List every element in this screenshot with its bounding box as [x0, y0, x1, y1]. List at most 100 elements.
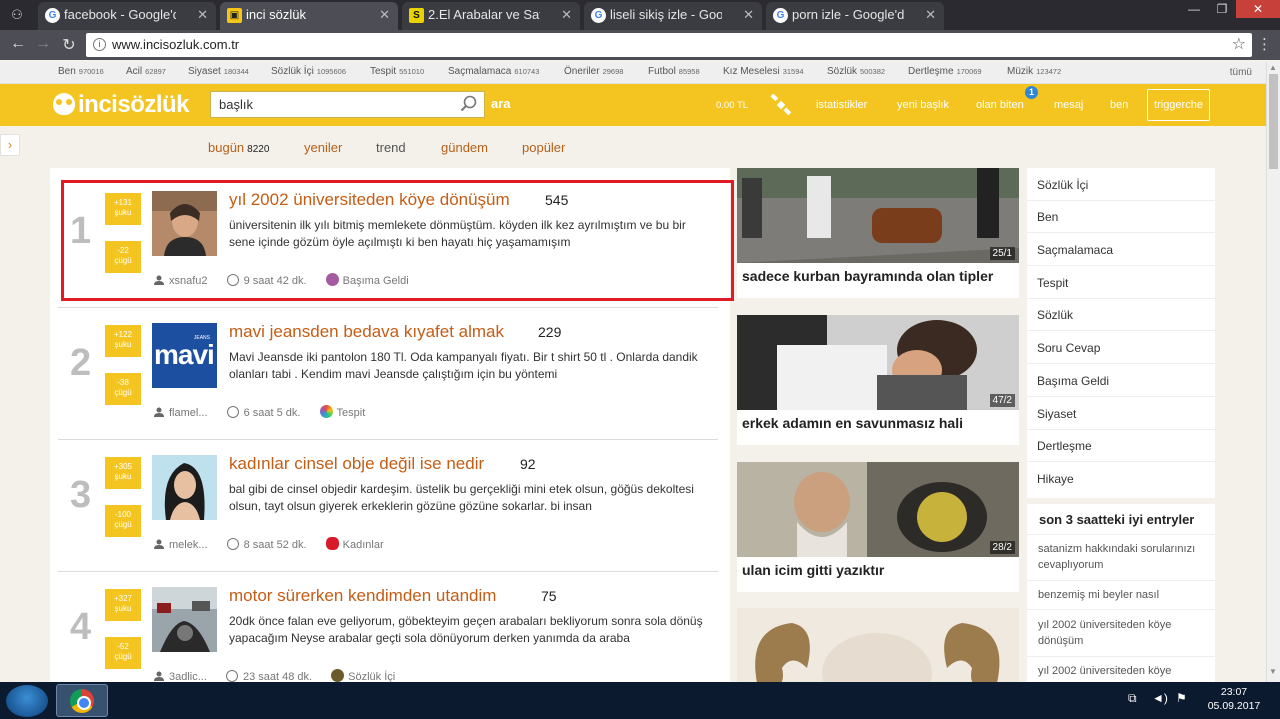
tab-inci-sozluk[interactable]: ▣ inci sözlük ✕	[220, 2, 398, 30]
scroll-down-icon[interactable]: ▼	[1269, 667, 1277, 676]
profile-link[interactable]: ben	[1110, 99, 1128, 111]
scroll-thumb[interactable]	[1269, 74, 1278, 169]
category-muzik[interactable]: Müzik 123472	[1007, 66, 1061, 77]
featured-caption[interactable]: ulan icim gitti yazıktır	[742, 562, 884, 578]
category-dertlesme[interactable]: Dertleşme 170069	[908, 66, 982, 77]
close-tab-icon[interactable]: ✕	[925, 2, 936, 28]
tab-bugun[interactable]: bugün 8220	[208, 140, 269, 155]
entry-thumbnail[interactable]	[152, 455, 217, 520]
system-clock[interactable]: 23:07 05.09.2017	[1204, 685, 1264, 713]
category-acil[interactable]: Acil 62897	[126, 66, 166, 77]
satellite-icon[interactable]	[770, 94, 792, 116]
featured-card[interactable]	[737, 608, 1019, 682]
recent-entry-link[interactable]: satanizm hakkındaki sorularınızı cevaplı…	[1038, 541, 1206, 573]
tab-arabalar[interactable]: S 2.El Arabalar ve Satılık Sıf ✕	[402, 2, 580, 30]
upvote-button[interactable]: +327 şuku	[105, 589, 141, 621]
scroll-up-icon[interactable]: ▲	[1269, 63, 1277, 72]
entry-thumbnail[interactable]: JEANS mavi	[152, 323, 217, 388]
downvote-button[interactable]: -38 çügü	[105, 373, 141, 405]
close-tab-icon[interactable]: ✕	[379, 2, 390, 28]
balance-label[interactable]: 0.00 TL	[716, 100, 748, 111]
entry-text[interactable]: 20dk önce falan eve geliyorum, göbekteyi…	[229, 613, 714, 647]
featured-card[interactable]: 47/2 erkek adamın en savunmasız hali	[737, 315, 1019, 445]
downvote-button[interactable]: -52 çügü	[105, 637, 141, 669]
search-icon[interactable]	[460, 95, 478, 113]
minimize-button[interactable]: —	[1180, 0, 1208, 18]
sidebar-item-soru-cevap[interactable]: Soru Cevap	[1037, 341, 1100, 355]
close-window-button[interactable]: ✕	[1236, 0, 1280, 18]
close-tab-icon[interactable]: ✕	[561, 2, 572, 28]
recent-entry-link[interactable]: benzemiş mi beyler nasıl	[1038, 587, 1206, 603]
category-ben[interactable]: Ben 970016	[58, 66, 104, 77]
entry-category[interactable]: Tespit	[319, 405, 365, 419]
featured-card[interactable]: 25/1 sadece kurban bayramında olan tiple…	[737, 168, 1019, 298]
featured-card[interactable]: 28/2 ulan icim gitti yazıktır	[737, 462, 1019, 592]
menu-kebab-icon[interactable]: ⋮	[1257, 35, 1272, 53]
upvote-button[interactable]: +122 şuku	[105, 325, 141, 357]
sidebar-item-tespit[interactable]: Tespit	[1037, 276, 1068, 290]
entry-author[interactable]: melek...	[154, 539, 208, 551]
entry-text[interactable]: bal gibi de cinsel objedir kardeşim. üst…	[229, 481, 714, 515]
featured-caption[interactable]: erkek adamın en savunmasız hali	[742, 415, 963, 431]
entry-category[interactable]: Kadınlar	[325, 537, 384, 551]
bookmark-star-icon[interactable]: ☆	[1232, 33, 1246, 57]
address-bar[interactable]: i www.incisozluk.com.tr ☆	[86, 33, 1252, 57]
activity-link[interactable]: olan biten	[976, 99, 1024, 111]
tab-facebook-search[interactable]: G facebook - Google'da Ara ✕	[38, 2, 216, 30]
entry-category[interactable]: Sözlük İçi	[331, 669, 395, 683]
sidebar-item-sozluk[interactable]: Sözlük	[1037, 308, 1073, 322]
all-categories-link[interactable]: tümü	[1230, 67, 1252, 78]
recent-entry-link[interactable]: yıl 2002 üniversiteden köye	[1038, 663, 1206, 679]
entry-author[interactable]: flamel...	[154, 407, 208, 419]
statistics-link[interactable]: istatistikler	[816, 99, 867, 111]
chrome-taskbar-button[interactable]	[56, 684, 108, 717]
entry-title[interactable]: mavi jeansden bedava kıyafet almak	[229, 322, 504, 342]
sidebar-item-basima-geldi[interactable]: Başıma Geldi	[1037, 374, 1109, 388]
sidebar-item-hikaye[interactable]: Hikaye	[1037, 472, 1074, 486]
tab-trend[interactable]: trend	[376, 140, 406, 155]
page-scrollbar[interactable]: ▲ ▼	[1266, 62, 1280, 682]
tab-search-icon[interactable]: ⚇	[4, 4, 30, 26]
sidebar-item-sozluk-ici[interactable]: Sözlük İçi	[1037, 178, 1088, 192]
category-tespit[interactable]: Tespit 551010	[370, 66, 424, 77]
new-topic-link[interactable]: yeni başlık	[897, 99, 949, 111]
downvote-button[interactable]: -100 çügü	[105, 505, 141, 537]
category-sacmalamaca[interactable]: Saçmalamaca 610743	[448, 66, 539, 77]
tab-google-search-3[interactable]: G porn izle - Google'da Ara ✕	[766, 2, 944, 30]
sidebar-item-dertlesme[interactable]: Dertleşme	[1037, 439, 1092, 453]
sidebar-item-sacmalamaca[interactable]: Saçmalamaca	[1037, 243, 1113, 257]
sidebar-item-siyaset[interactable]: Siyaset	[1037, 407, 1076, 421]
close-tab-icon[interactable]: ✕	[743, 2, 754, 28]
info-icon[interactable]: i	[93, 38, 106, 51]
action-center-flag-icon[interactable]: ⚑	[1176, 691, 1187, 705]
tab-yeniler[interactable]: yeniler	[304, 140, 342, 155]
tab-google-search-2[interactable]: G liseli sikiş izle - Google'da ✕	[584, 2, 762, 30]
category-siyaset[interactable]: Siyaset 180344	[188, 66, 249, 77]
category-futbol[interactable]: Futbol 85958	[648, 66, 700, 77]
tab-gundem[interactable]: gündem	[441, 140, 488, 155]
site-logo[interactable]: incisözlük	[53, 91, 190, 119]
sidebar-item-ben[interactable]: Ben	[1037, 210, 1058, 224]
volume-icon[interactable]: ◄)	[1152, 691, 1168, 705]
maximize-button[interactable]: ❐	[1208, 0, 1236, 18]
tab-populer[interactable]: popüler	[522, 140, 565, 155]
close-tab-icon[interactable]: ✕	[197, 2, 208, 28]
trigger-button[interactable]: triggerche	[1147, 89, 1210, 121]
network-icon[interactable]: ⧉	[1128, 691, 1137, 706]
start-button[interactable]	[6, 685, 48, 717]
entry-text[interactable]: Mavi Jeansde iki pantolon 180 Tl. Oda ka…	[229, 349, 714, 383]
category-sozluk[interactable]: Sözlük 500382	[827, 66, 885, 77]
forward-arrow-icon[interactable]: →	[33, 35, 53, 53]
upvote-button[interactable]: +305 şuku	[105, 457, 141, 489]
messages-link[interactable]: mesaj	[1054, 99, 1083, 111]
entry-title[interactable]: motor sürerken kendimden utandim	[229, 586, 496, 606]
featured-caption[interactable]: sadece kurban bayramında olan tipler	[742, 268, 993, 284]
category-sozluk-ici[interactable]: Sözlük İçi 1095606	[271, 66, 346, 77]
entry-thumbnail[interactable]	[152, 587, 217, 652]
category-kiz-meselesi[interactable]: Kız Meselesi 31594	[723, 66, 804, 77]
back-arrow-icon[interactable]: ←	[8, 35, 28, 53]
recent-entry-link[interactable]: yıl 2002 üniversiteden köye dönüşüm	[1038, 617, 1206, 649]
category-oneriler[interactable]: Öneriler 29698	[564, 66, 623, 77]
sidebar-toggle-chevron-icon[interactable]: ›	[0, 134, 20, 156]
entry-title[interactable]: kadınlar cinsel obje değil ise nedir	[229, 454, 484, 474]
